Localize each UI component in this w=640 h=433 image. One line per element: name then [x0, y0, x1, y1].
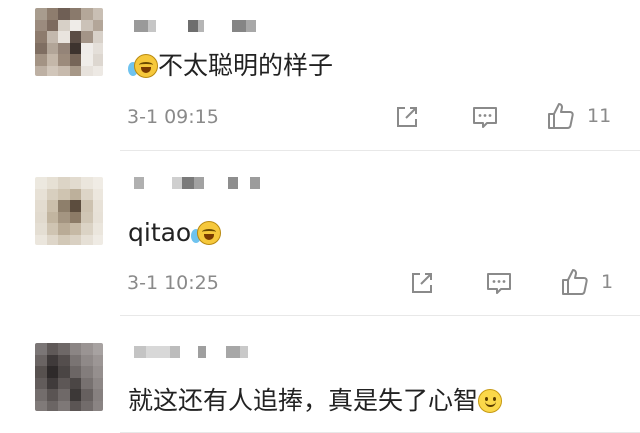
comment-text: 就这还有人追捧，真是失了心智: [128, 386, 479, 415]
comment-item: 就这还有人追捧，真是失了心智: [0, 315, 640, 433]
share-icon: [397, 107, 417, 127]
comment-content: 就这还有人追捧，真是失了心智: [128, 385, 503, 417]
share-button[interactable]: [407, 268, 437, 298]
comment-text: qitao: [128, 218, 192, 247]
comment-item: qitao 3-1 10:25 1: [0, 150, 640, 315]
laughing-emoji-icon: [134, 54, 158, 78]
share-button[interactable]: [392, 102, 422, 132]
comment-timestamp: 3-1 10:25: [127, 272, 219, 294]
comment-button[interactable]: [484, 268, 514, 298]
like-icon: [562, 269, 588, 295]
avatar[interactable]: [35, 8, 103, 76]
like-count: 11: [587, 105, 612, 127]
comment-text: 不太聪明的样子: [158, 51, 334, 80]
like-button[interactable]: 1: [559, 267, 613, 297]
comment-button[interactable]: [470, 102, 500, 132]
like-button[interactable]: 11: [545, 101, 611, 131]
comment-list: 不太聪明的样子 3-1 09:15 11 qitao 3-1 10:25 1 就…: [0, 0, 640, 433]
avatar[interactable]: [35, 343, 103, 411]
avatar[interactable]: [35, 177, 103, 245]
share-icon: [412, 273, 432, 293]
like-icon: [548, 103, 574, 129]
comment-item: 不太聪明的样子 3-1 09:15 11: [0, 0, 640, 150]
comment-content: 不太聪明的样子: [128, 50, 333, 82]
comment-content: qitao: [128, 217, 222, 249]
comment-timestamp: 3-1 09:15: [127, 106, 219, 128]
laughing-emoji-icon: [197, 221, 222, 245]
smile-emoji-icon: [478, 389, 503, 413]
comment-icon: [487, 273, 511, 294]
like-count: 1: [601, 271, 614, 293]
comment-icon: [473, 107, 497, 128]
